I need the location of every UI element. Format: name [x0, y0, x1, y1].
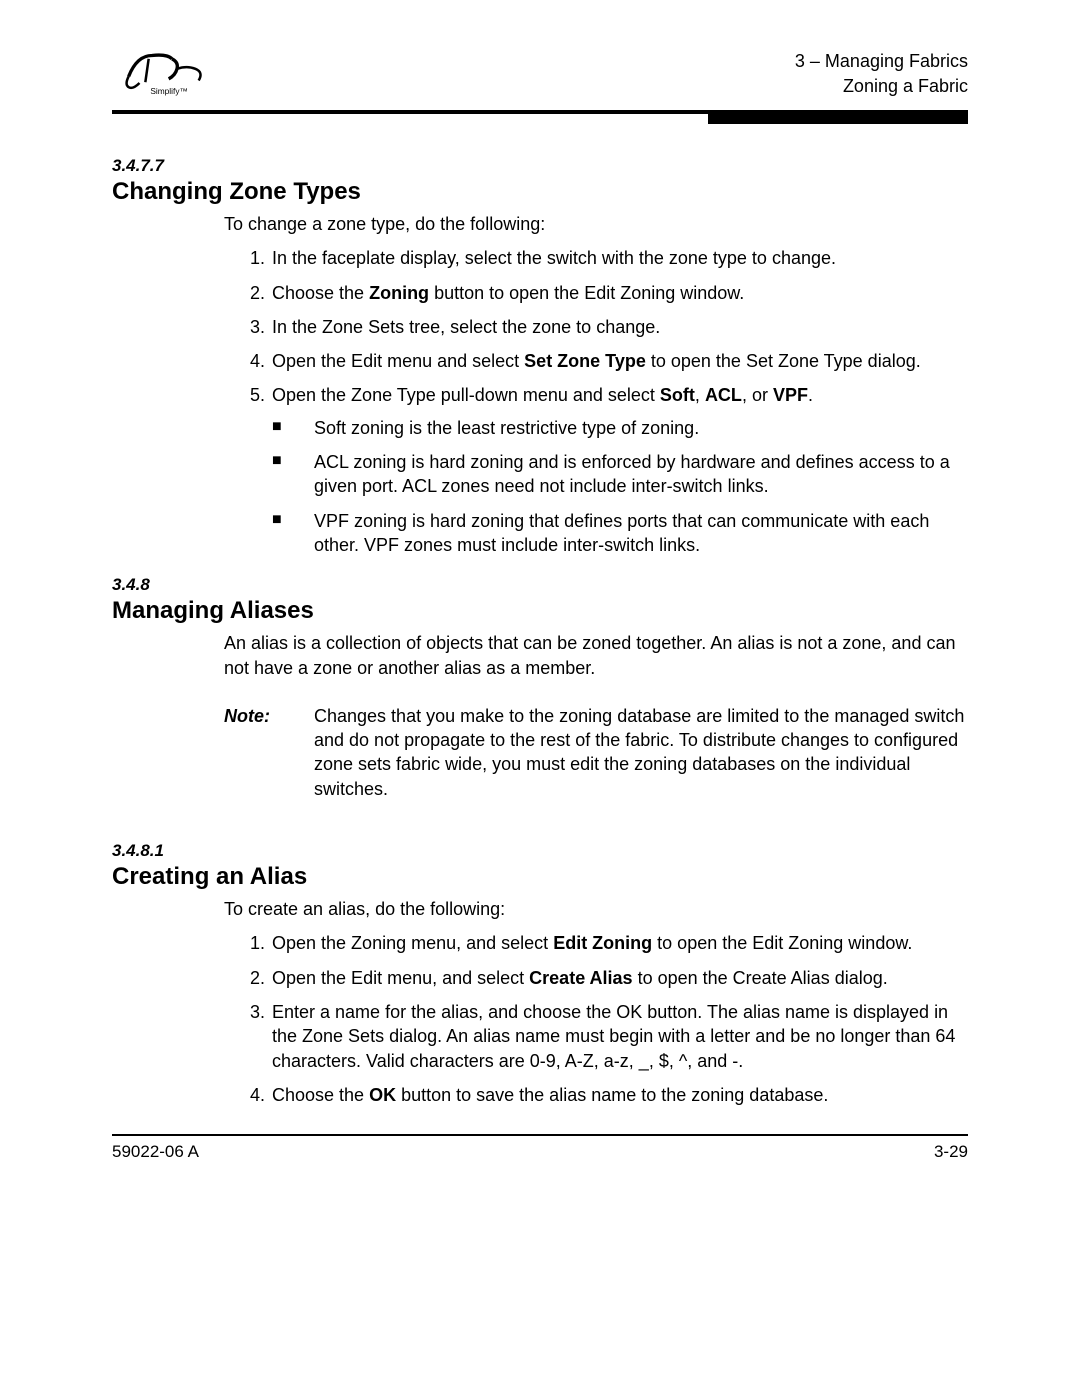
- step-item: Open the Edit menu and select Set Zone T…: [270, 349, 968, 373]
- step-item: Open the Edit menu, and select Create Al…: [270, 966, 968, 990]
- steps-list: Open the Zoning menu, and select Edit Zo…: [224, 931, 968, 1107]
- step-item: Choose the Zoning button to open the Edi…: [270, 281, 968, 305]
- section-title: Managing Aliases: [112, 597, 968, 625]
- section-managing-aliases: 3.4.8 Managing Aliases An alias is a col…: [112, 575, 968, 801]
- bullet-item: VPF zoning is hard zoning that defines p…: [272, 509, 968, 558]
- step-item: Open the Zone Type pull-down menu and se…: [270, 383, 968, 557]
- section-number: 3.4.7.7: [112, 156, 968, 176]
- section-title: Changing Zone Types: [112, 178, 968, 206]
- section-intro: An alias is a collection of objects that…: [224, 631, 968, 680]
- section-creating-alias: 3.4.8.1 Creating an Alias To create an a…: [112, 841, 968, 1107]
- page-footer: 59022-06 A 3-29: [112, 1134, 968, 1162]
- section-intro: To change a zone type, do the following:: [224, 212, 968, 236]
- header-chapter: 3 – Managing Fabrics: [795, 49, 968, 73]
- steps-list: In the faceplate display, select the swi…: [224, 246, 968, 557]
- footer-page-number: 3-29: [934, 1142, 968, 1162]
- step-item: In the faceplate display, select the swi…: [270, 246, 968, 270]
- content: 3.4.7.7 Changing Zone Types To change a …: [112, 124, 968, 1107]
- header-subline: Zoning a Fabric: [795, 74, 968, 98]
- section-number: 3.4.8: [112, 575, 968, 595]
- bullet-item: Soft zoning is the least restrictive typ…: [272, 416, 968, 440]
- header-rule: [112, 110, 968, 124]
- logo-tagline: Simplify™: [150, 86, 187, 96]
- step-item: Open the Zoning menu, and select Edit Zo…: [270, 931, 968, 955]
- header-text: 3 – Managing Fabrics Zoning a Fabric: [795, 49, 968, 98]
- bullet-item: ACL zoning is hard zoning and is enforce…: [272, 450, 968, 499]
- logo: Simplify™: [112, 38, 212, 98]
- step-item: In the Zone Sets tree, select the zone t…: [270, 315, 968, 339]
- note-text: Changes that you make to the zoning data…: [314, 704, 968, 801]
- sub-bullets: Soft zoning is the least restrictive typ…: [272, 416, 968, 557]
- page-header: Simplify™ 3 – Managing Fabrics Zoning a …: [112, 38, 968, 110]
- step-item: Enter a name for the alias, and choose t…: [270, 1000, 968, 1073]
- step-item: Choose the OK button to save the alias n…: [270, 1083, 968, 1107]
- section-changing-zone-types: 3.4.7.7 Changing Zone Types To change a …: [112, 156, 968, 557]
- note-block: Note: Changes that you make to the zonin…: [224, 704, 968, 801]
- section-intro: To create an alias, do the following:: [224, 897, 968, 921]
- section-title: Creating an Alias: [112, 863, 968, 891]
- note-label: Note:: [224, 704, 314, 801]
- section-number: 3.4.8.1: [112, 841, 968, 861]
- header-black-block: [708, 110, 968, 124]
- footer-doc-id: 59022-06 A: [112, 1142, 199, 1162]
- page: Simplify™ 3 – Managing Fabrics Zoning a …: [0, 0, 1080, 1397]
